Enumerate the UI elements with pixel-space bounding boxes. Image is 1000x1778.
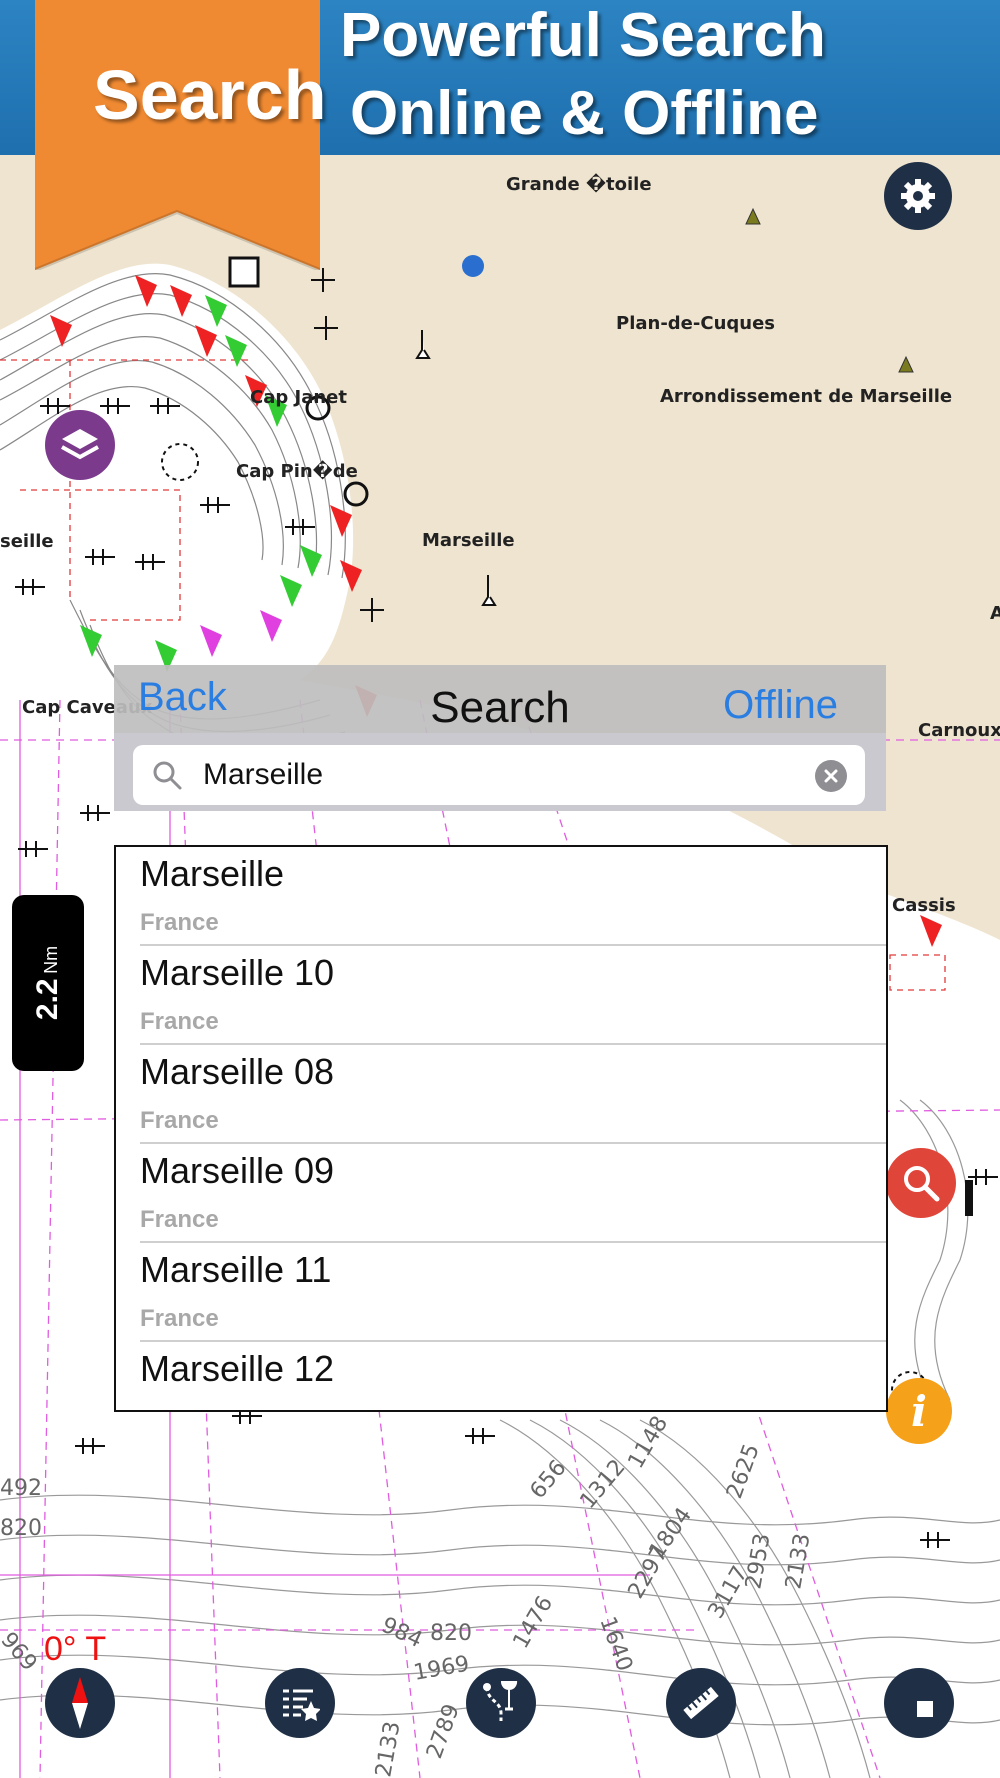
favorites-list-button[interactable] bbox=[265, 1668, 335, 1738]
clear-icon bbox=[824, 769, 838, 783]
banner-headline-line1: Powerful Search bbox=[340, 1, 826, 70]
stop-button[interactable] bbox=[884, 1668, 954, 1738]
layers-icon bbox=[61, 429, 99, 460]
map-label-carnoux: Carnoux bbox=[918, 720, 1000, 741]
ruler-icon bbox=[683, 1686, 719, 1720]
stop-icon bbox=[917, 1701, 933, 1717]
ribbon-label: Search bbox=[93, 56, 327, 134]
search-result-item[interactable]: Marseille 09 France bbox=[116, 1144, 886, 1243]
result-name: Marseille 10 bbox=[140, 952, 335, 993]
search-result-item[interactable]: Marseille 11 France bbox=[116, 1243, 886, 1342]
map-search-button[interactable] bbox=[886, 1148, 956, 1218]
heading-label: 0° T bbox=[44, 1630, 107, 1668]
result-name: Marseille bbox=[140, 853, 285, 894]
magnifier-icon bbox=[153, 761, 182, 790]
result-name: Marseille 12 bbox=[140, 1348, 335, 1389]
banner-headline-line2: Online & Offline bbox=[350, 79, 819, 148]
scale-value: 2.2 bbox=[31, 978, 64, 1021]
settings-button[interactable] bbox=[884, 162, 952, 230]
ribbon-shape bbox=[35, 0, 320, 270]
result-country: France bbox=[140, 1008, 219, 1035]
search-results-list: Marseille France Marseille 10 France Mar… bbox=[114, 845, 888, 1412]
compass-button[interactable] bbox=[45, 1668, 115, 1738]
search-panel-header: Back Search Offline bbox=[114, 665, 886, 733]
search-result-item[interactable]: Marseille 08 France bbox=[116, 1045, 886, 1144]
svg-text:820: 820 bbox=[430, 1621, 472, 1646]
route-button[interactable] bbox=[466, 1668, 536, 1738]
result-country: France bbox=[140, 1305, 219, 1332]
map-label-arrondissement-de-marseille: Arrondissement de Marseille bbox=[660, 386, 953, 407]
info-icon: i bbox=[911, 1386, 927, 1436]
svg-text:820: 820 bbox=[0, 1516, 42, 1541]
result-name: Marseille 08 bbox=[140, 1051, 335, 1092]
search-icon bbox=[904, 1166, 940, 1202]
layers-button[interactable] bbox=[45, 410, 115, 480]
map-label-seille: seille bbox=[0, 531, 54, 552]
route-icon bbox=[483, 1681, 518, 1721]
favorites-list-icon bbox=[283, 1689, 320, 1721]
search-result-item[interactable]: Marseille 10 France bbox=[116, 946, 886, 1045]
result-name: Marseille 11 bbox=[140, 1249, 332, 1290]
scale-indicator: 2.2 Nm bbox=[12, 895, 84, 1071]
compass-needle-icon bbox=[72, 1677, 88, 1729]
map-label-cap-janet: Cap Janet bbox=[250, 387, 347, 408]
map-label-marseille: Marseille bbox=[422, 530, 515, 551]
offline-toggle-button[interactable]: Offline bbox=[723, 683, 838, 728]
map-label-grande-etoile: Grande �toile bbox=[506, 174, 652, 195]
result-country: France bbox=[140, 1107, 219, 1134]
scale-unit: Nm bbox=[41, 945, 61, 974]
clear-search-button[interactable] bbox=[815, 760, 847, 792]
search-bar-area bbox=[114, 733, 886, 811]
search-panel: Back Search Offline Marseille France Mar… bbox=[114, 665, 888, 1412]
map-label-plan-de-cuques: Plan-de-Cuques bbox=[616, 313, 776, 334]
map-label-cassis: Cassis bbox=[892, 895, 956, 916]
search-result-item[interactable]: Marseille 12 bbox=[116, 1342, 886, 1410]
result-name: Marseille 09 bbox=[140, 1150, 335, 1191]
map-label-edge: A bbox=[990, 603, 1000, 624]
svg-text:492: 492 bbox=[0, 1476, 42, 1501]
search-input[interactable] bbox=[203, 753, 783, 797]
result-country: France bbox=[140, 909, 219, 936]
map-label-cap-pinede: Cap Pin�de bbox=[236, 461, 358, 482]
search-result-item[interactable]: Marseille France bbox=[116, 847, 886, 946]
info-button[interactable]: i bbox=[886, 1378, 952, 1444]
search-box[interactable] bbox=[133, 745, 865, 805]
gear-icon bbox=[901, 179, 935, 213]
result-country: France bbox=[140, 1206, 219, 1233]
search-ribbon: Search bbox=[35, 0, 326, 270]
measure-ruler-button[interactable] bbox=[666, 1668, 736, 1738]
